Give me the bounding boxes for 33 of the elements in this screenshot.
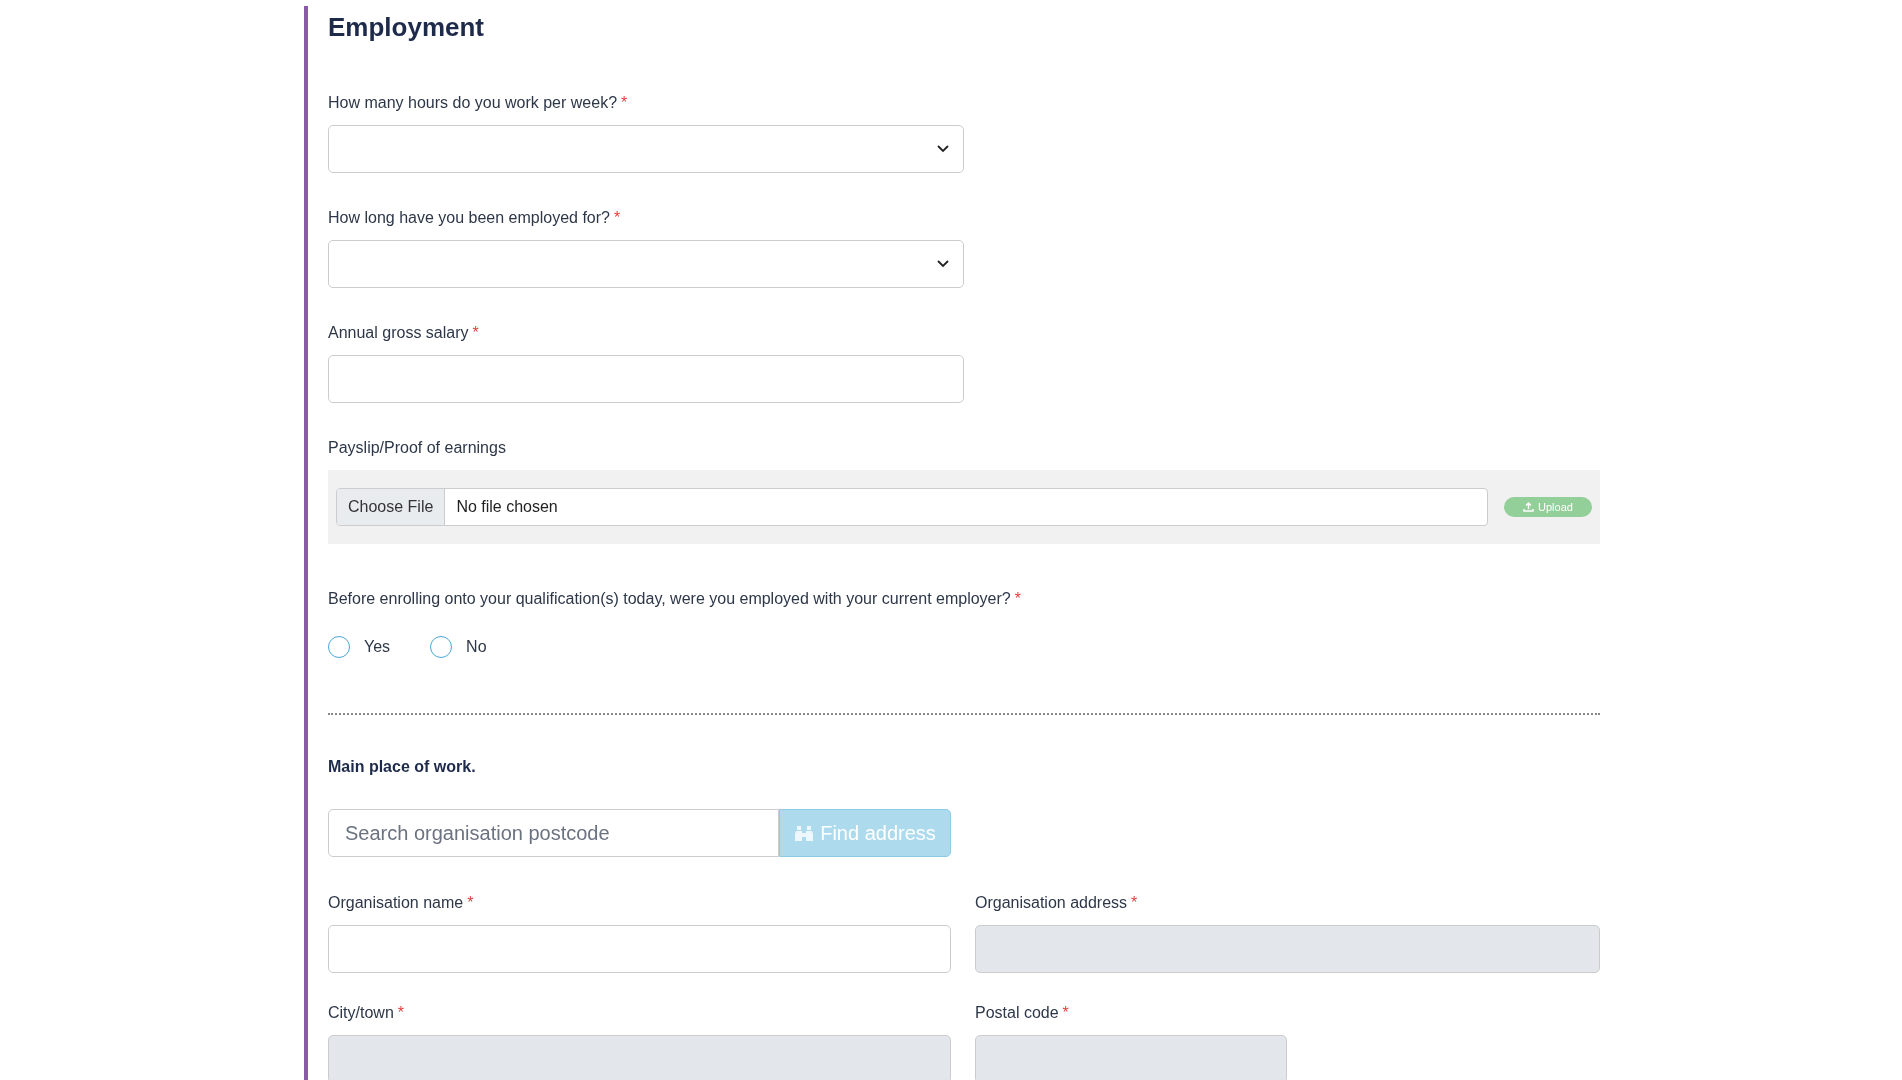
required-mark: * — [1062, 1003, 1069, 1023]
required-mark: * — [1014, 589, 1021, 609]
dropdown-select[interactable] — [328, 125, 964, 173]
required-mark: * — [472, 323, 479, 343]
dropdown-select[interactable] — [328, 240, 964, 288]
file-input[interactable]: Choose File No file chosen — [336, 488, 1488, 526]
field-label: Before enrolling onto your qualification(s) today, were you employed with your current employer? — [328, 589, 1011, 609]
text-input[interactable] — [328, 925, 951, 973]
choose-file-button[interactable]: Choose File — [337, 489, 446, 525]
field-label: Postal code — [975, 1003, 1059, 1023]
file-status: No file chosen — [455, 497, 558, 517]
upload-icon — [1523, 502, 1535, 512]
chevron-down-icon — [937, 145, 949, 153]
required-mark: * — [613, 208, 621, 228]
field-label: City/town — [328, 1003, 394, 1023]
section-heading: Employment — [328, 11, 485, 42]
radio-option[interactable]: Yes — [328, 635, 391, 659]
postcode-search-field[interactable]: Search organisation postcode — [328, 809, 779, 857]
required-mark: * — [1131, 893, 1138, 913]
required-mark: * — [621, 93, 628, 113]
binoculars-icon — [794, 824, 815, 842]
required-mark: * — [397, 1003, 405, 1023]
field-label: Annual gross salary — [328, 323, 469, 343]
radio-option[interactable]: No — [430, 635, 487, 659]
text-input[interactable] — [328, 355, 964, 403]
required-mark: * — [467, 893, 474, 913]
field-label: Organisation name — [328, 893, 464, 913]
subsection-title: Main place of work. — [328, 757, 476, 777]
chevron-down-icon — [937, 260, 949, 268]
field-label: How many hours do you work per week? — [328, 93, 618, 113]
field-label: Organisation address — [975, 893, 1128, 913]
field-label: How long have you been employed for? — [328, 208, 610, 228]
field-label: Payslip/Proof of earnings — [328, 438, 506, 458]
